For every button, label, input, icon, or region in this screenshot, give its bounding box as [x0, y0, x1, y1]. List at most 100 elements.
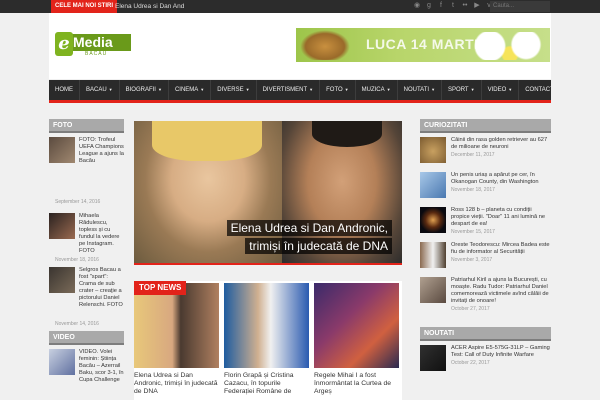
list-item[interactable]: Ross 128 b – planeta cu condiții propice…: [420, 203, 551, 238]
post-title[interactable]: FOTO: Trofeul UEFA Champions League a aj…: [79, 137, 124, 165]
post-date: November 3, 2017: [451, 257, 493, 263]
top-bar: CELE MAI NOI STIRI Elena Udrea si Dan An…: [0, 0, 600, 13]
post-date: November 18, 2016: [55, 257, 99, 263]
flickr-icon[interactable]: ••: [461, 2, 469, 10]
post-title[interactable]: Patriarhul Kiril a ajuns la București, c…: [451, 277, 551, 313]
post-thumbnail[interactable]: [420, 242, 446, 268]
search-input[interactable]: Cauta...: [490, 1, 550, 12]
banner-text: LUCA 14 MARTIE: [366, 36, 489, 52]
top-news-head: TOP NEWS: [134, 281, 187, 295]
top-news-item[interactable]: Regele Mihai I a fost înmormântat la Cur…: [314, 283, 399, 396]
list-item[interactable]: Selgros Bacau a fost "spart": Crama de s…: [49, 267, 124, 327]
slider-progress-bar: [134, 263, 402, 265]
nav-item-biografii[interactable]: BIOGRAFII ▼: [120, 80, 169, 100]
post-thumbnail[interactable]: [49, 213, 75, 239]
post-thumbnail[interactable]: [420, 345, 446, 371]
post-title[interactable]: Florin Grapă și Cristina Cazacu, în topu…: [224, 372, 309, 396]
post-thumbnail[interactable]: [420, 172, 446, 198]
post-title[interactable]: VIDEO. Volei feminin: Știința Bacău – Az…: [79, 349, 124, 384]
post-title[interactable]: Ross 128 b – planeta cu condiții propice…: [451, 207, 551, 236]
header-banner-ad[interactable]: LUCA 14 MARTIE: [296, 28, 550, 62]
post-thumbnail[interactable]: [134, 283, 219, 368]
list-item[interactable]: Câinii din rasa golden retriever au 627 …: [420, 133, 551, 168]
main-nav: HOME BACAU ▼ BIOGRAFII ▼ CINEMA ▼ DIVERSE ▼ …: [49, 80, 554, 103]
top-news-section: Elena Udrea si Dan Andronic, trimiși în …: [134, 281, 402, 400]
post-date: September 14, 2016: [55, 199, 101, 205]
left-sidebar: FOTO FOTO: Trofeul UEFA Champions League…: [49, 119, 124, 400]
noutati-section-head: NOUTATI: [420, 327, 551, 341]
list-item[interactable]: VIDEO. Volei feminin: Știința Bacău – Az…: [49, 349, 124, 400]
nav-item-diverse[interactable]: DIVERSE ▼: [211, 80, 257, 100]
chevron-down-icon: ▼: [309, 87, 314, 92]
google-plus-icon[interactable]: g: [425, 2, 433, 10]
list-item[interactable]: ACER Aspire E5-575G-31LP – Gaming Test: …: [420, 341, 551, 376]
post-date: November 14, 2016: [55, 321, 99, 327]
nav-item-divertisment[interactable]: DIVERTISMENT ▼: [257, 80, 321, 100]
post-title[interactable]: Mihaela Rădulescu, topless și cu fundul …: [79, 213, 124, 255]
logo-letter: e: [55, 32, 73, 56]
post-date: November 18, 2017: [451, 187, 495, 193]
post-date: December 11, 2017: [451, 152, 495, 158]
featured-title-line2[interactable]: trimiși în judecată de DNA: [245, 238, 392, 254]
social-icons: ◉ g f t •• ▶ v: [413, 2, 493, 10]
twitter-icon[interactable]: t: [449, 2, 457, 10]
list-item[interactable]: Patriarhul Kiril a ajuns la București, c…: [420, 273, 551, 321]
video-section-head: VIDEO: [49, 331, 124, 345]
post-title[interactable]: ACER Aspire E5-575G-31LP – Gaming Test: …: [451, 345, 551, 367]
post-date: October 22, 2017: [451, 360, 490, 366]
top-news-item[interactable]: Elena Udrea si Dan Andronic, trimiși în …: [134, 283, 219, 396]
facebook-icon[interactable]: f: [437, 2, 445, 10]
post-title[interactable]: Un penis uriaș a apărut pe cer, în Okano…: [451, 172, 551, 194]
chevron-down-icon: ▼: [508, 87, 513, 92]
logo-subtitle: BACAU: [85, 51, 108, 57]
post-title[interactable]: Oreste Teodorescu: Mircea Badea este fiu…: [451, 242, 551, 264]
post-title[interactable]: Câinii din rasa golden retriever au 627 …: [451, 137, 551, 159]
chevron-down-icon: ▼: [157, 87, 162, 92]
list-item[interactable]: Mihaela Rădulescu, topless și cu fundul …: [49, 213, 124, 265]
post-thumbnail[interactable]: [314, 283, 399, 368]
featured-slider[interactable]: Elena Udrea si Dan Andronic, trimiși în …: [134, 121, 402, 265]
chevron-down-icon: ▼: [386, 87, 391, 92]
youtube-icon[interactable]: ▶: [473, 2, 481, 10]
dog-image: [300, 30, 350, 60]
nav-item-video[interactable]: VIDEO ▼: [482, 80, 520, 100]
breaking-news-label: CELE MAI NOI STIRI: [51, 0, 118, 13]
featured-photo-hair-right: [312, 121, 382, 147]
nav-item-home[interactable]: HOME: [49, 80, 80, 100]
post-thumbnail[interactable]: [49, 349, 75, 375]
featured-photo-hair-left: [152, 121, 262, 161]
chevron-down-icon: ▼: [245, 87, 250, 92]
nav-item-cinema[interactable]: CINEMA ▼: [169, 80, 212, 100]
list-item[interactable]: Oreste Teodorescu: Mircea Badea este fiu…: [420, 238, 551, 273]
chevron-down-icon: ▼: [470, 87, 475, 92]
featured-caption[interactable]: Elena Udrea si Dan Andronic, trimiși în …: [226, 219, 392, 255]
foto-section-head: FOTO: [49, 119, 124, 133]
chevron-down-icon: ▼: [200, 87, 205, 92]
top-news-item[interactable]: Florin Grapă și Cristina Cazacu, în topu…: [224, 283, 309, 396]
news-ticker[interactable]: Elena Udrea si Dan And: [115, 0, 184, 13]
post-title[interactable]: Regele Mihai I a fost înmormântat la Cur…: [314, 372, 399, 396]
right-sidebar: CURIOZITATI Câinii din rasa golden retri…: [420, 119, 551, 376]
nav-item-foto[interactable]: FOTO ▼: [320, 80, 356, 100]
site-logo[interactable]: Media e BACAU: [55, 30, 131, 58]
nav-item-contact[interactable]: CONTACT: [519, 80, 560, 100]
list-item[interactable]: FOTO: Trofeul UEFA Champions League a aj…: [49, 137, 124, 205]
nav-item-bacau[interactable]: BACAU ▼: [80, 80, 120, 100]
post-thumbnail[interactable]: [420, 277, 446, 303]
rss-icon[interactable]: ◉: [413, 2, 421, 10]
post-thumbnail[interactable]: [420, 137, 446, 163]
nav-item-muzica[interactable]: MUZICA ▼: [356, 80, 398, 100]
post-thumbnail[interactable]: [224, 283, 309, 368]
post-title[interactable]: Selgros Bacau a fost "spart": Crama de s…: [79, 267, 124, 309]
post-thumbnail[interactable]: [420, 207, 446, 233]
post-title[interactable]: Elena Udrea si Dan Andronic, trimiși în …: [134, 372, 219, 396]
post-date: November 15, 2017: [451, 229, 495, 235]
post-date: October 27, 2017: [451, 306, 490, 312]
list-item[interactable]: Un penis uriaș a apărut pe cer, în Okano…: [420, 168, 551, 203]
nav-item-noutati[interactable]: NOUTATI ▼: [398, 80, 443, 100]
post-thumbnail[interactable]: [49, 137, 75, 163]
featured-title-line1[interactable]: Elena Udrea si Dan Andronic,: [226, 220, 392, 236]
curiozitati-section-head: CURIOZITATI: [420, 119, 551, 133]
nav-item-sport[interactable]: SPORT ▼: [442, 80, 482, 100]
post-thumbnail[interactable]: [49, 267, 75, 293]
